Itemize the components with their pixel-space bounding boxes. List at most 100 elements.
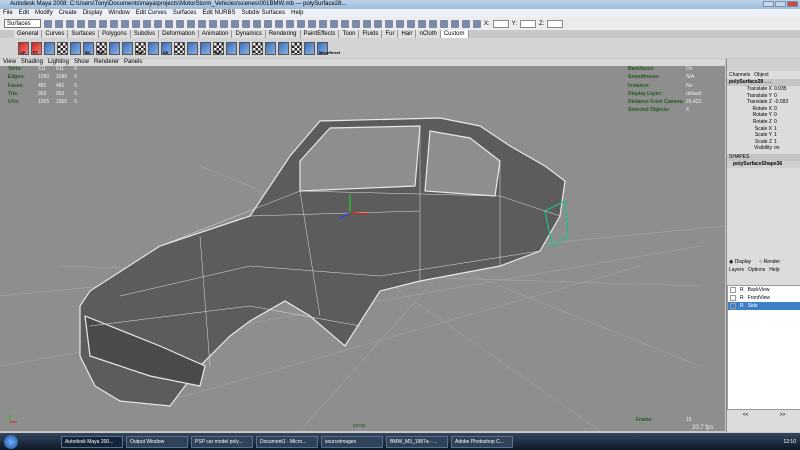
shelf-button-icon[interactable] [109,41,120,55]
shelf-button-icon[interactable] [200,41,211,55]
tab-toon[interactable]: Toon [339,30,360,38]
tool-icon[interactable] [55,19,63,28]
render-toggle[interactable]: R [740,302,744,310]
perspective-viewport[interactable]: Verts: 611 611 0 Edges: 1090 1090 0 Faces: 481 481… [0,66,725,431]
tool-icon[interactable] [132,19,140,28]
layer-name[interactable]: FrontView [748,294,770,302]
tool-icon[interactable] [374,19,382,28]
shelf-button-icon[interactable] [304,41,315,55]
channel-value[interactable]: 1 [774,132,777,139]
layer-row[interactable]: R FrontView [728,294,800,302]
scroll-right[interactable]: >> [780,412,786,418]
menu-modify[interactable]: Modify [35,9,53,17]
channels-menu[interactable]: Channels [729,71,750,79]
menu-surfaces[interactable]: Surfaces [173,9,197,17]
tab-curves[interactable]: Curves [42,30,69,38]
tool-icon[interactable] [231,19,239,28]
tool-icon[interactable] [330,19,338,28]
shape-name[interactable]: polySurfaceShape36 [727,160,800,168]
render-toggle[interactable]: R [740,286,744,294]
tool-icon[interactable] [352,19,360,28]
visibility-toggle[interactable] [730,287,736,293]
taskbar-item[interactable]: BMW_M3_1987a - ... [386,435,448,448]
shelf-button-icon[interactable] [187,41,198,55]
shelf-button-icon[interactable] [70,41,81,55]
menu-edit-nurbs[interactable]: Edit NURBS [202,9,235,17]
panel-menu-view[interactable]: View [3,59,16,66]
tab-ncloth[interactable]: nCloth [416,30,441,38]
layer-name[interactable]: BackView [748,286,770,294]
tool-icon[interactable] [363,19,371,28]
tool-icon[interactable] [341,19,349,28]
taskbar-item[interactable]: Output Window [126,435,188,448]
shelf-button-icon[interactable] [252,41,263,55]
minimize-button[interactable] [763,1,774,7]
tool-icon[interactable] [88,19,96,28]
shelf-button-icon[interactable] [226,41,237,55]
channel-value[interactable]: on [774,145,780,152]
menu-window[interactable]: Window [108,9,129,17]
tool-icon[interactable] [396,19,404,28]
tool-icon[interactable] [429,19,437,28]
layer-menu-help[interactable]: Help [769,267,779,273]
tool-icon[interactable] [473,19,481,28]
tool-icon[interactable] [418,19,426,28]
tool-icon[interactable] [66,19,74,28]
channel-value[interactable]: 0 [774,106,777,113]
channel-value[interactable]: -0.093 [774,99,788,106]
channel-value[interactable]: 1 [774,126,777,133]
panel-menu-shading[interactable]: Shading [21,59,43,66]
close-button[interactable] [787,1,798,7]
channel-row[interactable]: Rotate Y0 [727,112,800,119]
layer-name[interactable]: Side [748,302,758,310]
menu-create[interactable]: Create [59,9,77,17]
tab-deformation[interactable]: Deformation [159,30,199,38]
tool-icon[interactable] [187,19,195,28]
channel-row[interactable]: Visibility on [727,145,800,152]
tool-icon[interactable] [297,19,305,28]
tool-icon[interactable] [165,19,173,28]
tool-icon[interactable] [44,19,52,28]
menu-set-select[interactable]: Surfaces [4,19,41,28]
shelf-button-icon[interactable]: All [213,41,224,55]
render-toggle[interactable]: R [740,294,744,302]
tab-general[interactable]: General [14,30,43,38]
tool-icon[interactable] [220,19,228,28]
tool-icon[interactable] [462,19,470,28]
shelf-button-icon[interactable]: Hs [135,41,146,55]
taskbar-item[interactable]: PSP car model poly... [191,435,253,448]
channel-row[interactable]: Translate X 0.035 [727,86,800,93]
start-button[interactable] [4,434,18,449]
tool-icon[interactable] [264,19,272,28]
channel-row[interactable]: Scale Y1 [727,132,800,139]
shelf-button-icon[interactable] [44,41,55,55]
shelf-button-icon[interactable]: BC [83,41,94,55]
shelf-button-icon[interactable]: CP [18,41,29,55]
panel-menu-lighting[interactable]: Lighting [48,59,69,66]
shelf-button-icon[interactable]: MoveReset [317,41,340,55]
shelf-button-icon[interactable] [291,41,302,55]
tab-hair[interactable]: Hair [398,30,417,38]
tab-animation[interactable]: Animation [198,30,233,38]
tool-icon[interactable] [451,19,459,28]
tool-icon[interactable] [121,19,129,28]
shelf-button-icon[interactable]: BE [96,41,107,55]
tool-icon[interactable] [253,19,261,28]
tool-icon[interactable] [242,19,250,28]
tool-icon[interactable] [319,19,327,28]
channel-value[interactable]: 0 [774,112,777,119]
tool-icon[interactable] [176,19,184,28]
channel-row[interactable]: Rotate Z0 [727,119,800,126]
layer-row[interactable]: R Side [728,302,800,310]
panel-menu-renderer[interactable]: Renderer [94,59,119,66]
tool-icon[interactable] [99,19,107,28]
shelf-button-icon[interactable] [239,41,250,55]
menu-edit-curves[interactable]: Edit Curves [136,9,167,17]
tool-icon[interactable] [209,19,217,28]
visibility-toggle[interactable] [730,303,736,309]
tool-icon[interactable] [407,19,415,28]
taskbar-item[interactable]: sourceimages [321,435,383,448]
channel-row[interactable]: Scale Z1 [727,139,800,146]
shelf-button-icon[interactable] [174,41,185,55]
maximize-button[interactable] [775,1,786,7]
